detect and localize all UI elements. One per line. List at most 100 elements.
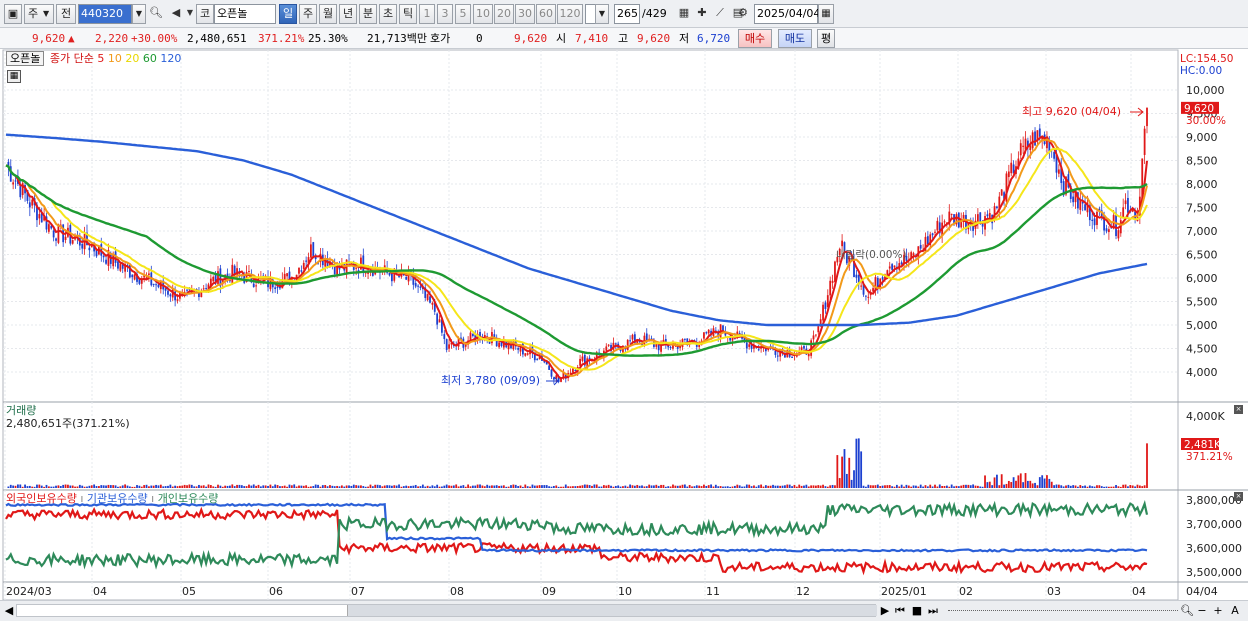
volume-bar xyxy=(705,485,708,488)
volume-bar xyxy=(1024,473,1027,488)
volume-bar xyxy=(1067,484,1070,488)
volume-bar xyxy=(1060,485,1063,488)
bottom-scroll-bar: ◀ ▶ ⏮ ■ ⏭ 🔍︎ − + A xyxy=(0,600,1248,621)
scrollbar-thumb[interactable] xyxy=(347,605,877,616)
volume-bar xyxy=(1091,486,1094,488)
panel-close-icon[interactable]: × xyxy=(1234,492,1243,501)
volume-bar xyxy=(252,484,255,488)
stock-chart[interactable]: 10,0009,5009,0008,5008,0007,5007,0006,50… xyxy=(0,0,1248,621)
volume-bar xyxy=(957,486,960,488)
volume-bar xyxy=(290,485,293,488)
zoom-out-icon[interactable]: − xyxy=(1196,603,1208,618)
volume-bar xyxy=(152,485,155,488)
volume-bar xyxy=(186,485,188,488)
volume-bar xyxy=(517,486,520,488)
stop-icon[interactable]: ■ xyxy=(910,603,924,618)
volume-bar xyxy=(357,485,360,488)
volume-title[interactable]: 거래량 xyxy=(6,404,130,417)
individual-holding-legend[interactable]: 개인보유수량 xyxy=(158,492,219,505)
candle-body xyxy=(707,329,710,334)
date-tick-label: 06 xyxy=(269,585,283,598)
date-tick-label: 2025/01 xyxy=(881,585,927,598)
volume-bar xyxy=(569,486,572,488)
volume-bar xyxy=(967,484,970,488)
volume-bar xyxy=(657,485,660,488)
volume-bar xyxy=(47,486,50,488)
search-icon[interactable]: 🔍︎ xyxy=(1180,603,1194,618)
zoom-slider[interactable] xyxy=(948,610,1178,613)
candle-body xyxy=(831,280,834,283)
volume-bar xyxy=(893,486,896,488)
volume-bar xyxy=(679,485,682,488)
zoom-in-icon[interactable]: + xyxy=(1212,603,1224,618)
volume-bar xyxy=(855,438,858,488)
volume-bar xyxy=(538,485,541,488)
panel-close-icon[interactable]: × xyxy=(1234,405,1243,414)
candle-body xyxy=(950,213,953,215)
volume-bar xyxy=(612,486,615,488)
volume-bar xyxy=(617,485,620,488)
volume-bar xyxy=(1022,482,1025,488)
candle-body xyxy=(443,334,446,339)
volume-bar xyxy=(143,485,146,488)
volume-bar xyxy=(834,485,836,488)
candle-body xyxy=(355,267,358,269)
scroll-left-icon[interactable]: ◀ xyxy=(4,603,14,618)
volume-bar xyxy=(564,484,567,488)
volume-bar xyxy=(264,485,267,488)
institution-holding-legend[interactable]: 기관보유수량 xyxy=(87,492,148,505)
volume-bar xyxy=(653,485,655,488)
stock-name-tag[interactable]: 오픈놀 xyxy=(6,51,45,66)
volume-bar xyxy=(417,486,419,488)
volume-bar xyxy=(876,484,879,488)
first-page-icon[interactable]: ⏮ xyxy=(893,603,907,618)
scrollbar-track[interactable] xyxy=(16,604,877,617)
auto-scale-icon[interactable]: A xyxy=(1228,603,1242,618)
volume-bar xyxy=(471,485,474,488)
volume-bar xyxy=(1036,485,1039,488)
candle-body xyxy=(912,253,915,255)
ma-legend-60[interactable]: 60 xyxy=(143,52,157,65)
candle-body xyxy=(429,296,431,303)
volume-bar xyxy=(307,486,310,488)
candle-body xyxy=(705,332,708,334)
volume-bar xyxy=(1062,486,1065,488)
volume-bar xyxy=(198,484,200,488)
candle-body xyxy=(164,288,167,291)
volume-bar xyxy=(329,485,331,488)
volume-bar xyxy=(214,486,217,488)
table-toggle-icon[interactable]: ▦ xyxy=(7,70,21,83)
volume-bar xyxy=(695,485,698,488)
volume-bar xyxy=(664,486,667,488)
volume-bar xyxy=(474,485,477,488)
volume-bar xyxy=(974,485,977,488)
ma-legend-120[interactable]: 120 xyxy=(160,52,181,65)
volume-bar xyxy=(536,485,539,488)
ma-legend-5[interactable]: 5 xyxy=(97,52,104,65)
price-panel-header: 오픈놀 종가 단순 5 10 20 60 120 xyxy=(6,51,181,66)
foreign-holding-legend[interactable]: 외국인보유수량 xyxy=(6,492,77,505)
volume-bar xyxy=(860,451,863,488)
candle-body xyxy=(979,212,982,222)
volume-bar xyxy=(140,486,143,488)
volume-bar xyxy=(965,484,967,488)
ma-legend-20[interactable]: 20 xyxy=(125,52,139,65)
scroll-right-icon[interactable]: ▶ xyxy=(880,603,890,618)
volume-bar xyxy=(412,485,415,488)
holdings-tick-label: 3,600,000 xyxy=(1186,542,1242,555)
candle-body xyxy=(517,347,520,350)
volume-bar xyxy=(336,485,339,488)
price-tick-label: 5,000 xyxy=(1186,319,1218,332)
volume-bar xyxy=(764,485,767,488)
volume-bar xyxy=(717,486,720,488)
volume-bar xyxy=(302,485,305,488)
last-page-icon[interactable]: ⏭ xyxy=(926,603,940,618)
ma-legend-10[interactable]: 10 xyxy=(108,52,122,65)
volume-bar xyxy=(641,485,643,488)
volume-bar xyxy=(988,481,991,488)
volume-bar xyxy=(969,485,972,488)
volume-bar xyxy=(259,486,262,488)
date-tick-label: 10 xyxy=(618,585,632,598)
volume-bar xyxy=(1093,486,1096,488)
volume-bar xyxy=(443,485,446,488)
